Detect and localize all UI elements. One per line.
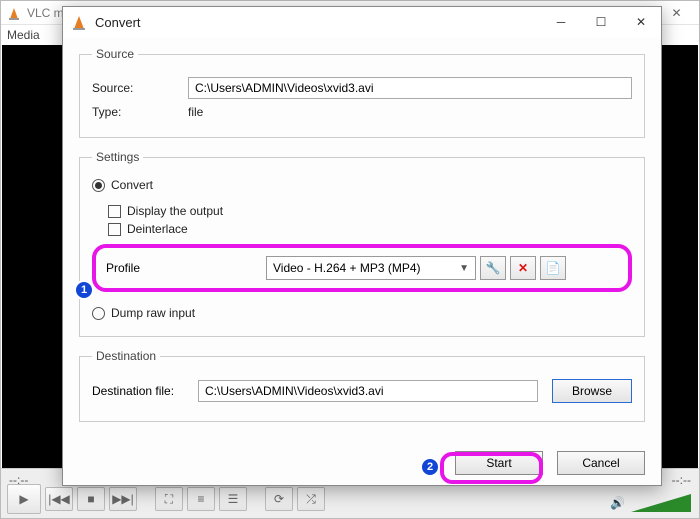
edit-profile-button[interactable]: 🔧 [480,256,506,280]
type-value: file [188,105,203,119]
chevron-down-icon: ▼ [459,263,469,274]
source-label: Source: [92,81,182,95]
profile-combobox[interactable]: Video - H.264 + MP3 (MP4) ▼ [266,256,476,280]
convert-radio-label: Convert [111,178,153,192]
close-icon: ✕ [518,261,528,275]
stop-button[interactable]: ■ [77,487,105,511]
vlc-cone-icon [71,14,87,30]
next-button[interactable]: ▶▶| [109,487,137,511]
dialog-titlebar: Convert ─ ☐ ✕ [63,7,661,37]
destination-input[interactable] [198,380,538,402]
settings-button[interactable]: ≡ [187,487,215,511]
loop-button[interactable]: ⟳ [265,487,293,511]
annotation-step-2: 2 [420,457,440,477]
vlc-cone-icon [7,6,21,20]
new-profile-button[interactable]: 📄 [540,256,566,280]
dialog-title: Convert [95,15,541,30]
cancel-button[interactable]: Cancel [557,451,645,475]
prev-button[interactable]: |◀◀ [45,487,73,511]
convert-dialog: Convert ─ ☐ ✕ Source Source: Type: file … [62,6,662,486]
dialog-minimize-button[interactable]: ─ [541,7,581,37]
source-input[interactable] [188,77,632,99]
new-doc-icon: 📄 [546,261,561,275]
annotation-step-1: 1 [74,280,94,300]
profile-value: Video - H.264 + MP3 (MP4) [273,261,421,275]
dialog-close-button[interactable]: ✕ [621,7,661,37]
menu-media[interactable]: Media [7,28,40,42]
display-output-checkbox[interactable]: Display the output [108,204,632,218]
profile-label: Profile [106,261,266,275]
volume-slider[interactable] [631,494,691,512]
total-time: --:-- [672,473,691,487]
dump-raw-radio[interactable]: Dump raw input [92,306,632,320]
source-legend: Source [92,47,138,61]
speaker-icon[interactable]: 🔊 [610,496,625,510]
settings-group: Settings Convert Display the output Dein… [79,150,645,337]
show-playlist-button[interactable]: ☰ [219,487,247,511]
destination-group: Destination Destination file: Browse [79,349,645,422]
destination-legend: Destination [92,349,160,363]
convert-radio[interactable]: Convert [92,178,632,192]
fullscreen-button[interactable]: ⛶ [155,487,183,511]
source-group: Source Source: Type: file [79,47,645,138]
start-button[interactable]: Start [455,451,543,475]
display-output-label: Display the output [127,204,223,218]
step1-highlight: Profile Video - H.264 + MP3 (MP4) ▼ 🔧 ✕ … [92,244,632,292]
shuffle-button[interactable]: ⤮ [297,487,325,511]
dialog-maximize-button[interactable]: ☐ [581,7,621,37]
destination-label: Destination file: [92,384,192,398]
play-button[interactable]: ▶ [7,484,41,514]
browse-button[interactable]: Browse [552,379,632,403]
wrench-icon: 🔧 [486,261,501,275]
type-label: Type: [92,105,182,119]
dump-raw-label: Dump raw input [111,306,195,320]
deinterlace-label: Deinterlace [127,222,188,236]
settings-legend: Settings [92,150,143,164]
deinterlace-checkbox[interactable]: Deinterlace [108,222,632,236]
delete-profile-button[interactable]: ✕ [510,256,536,280]
